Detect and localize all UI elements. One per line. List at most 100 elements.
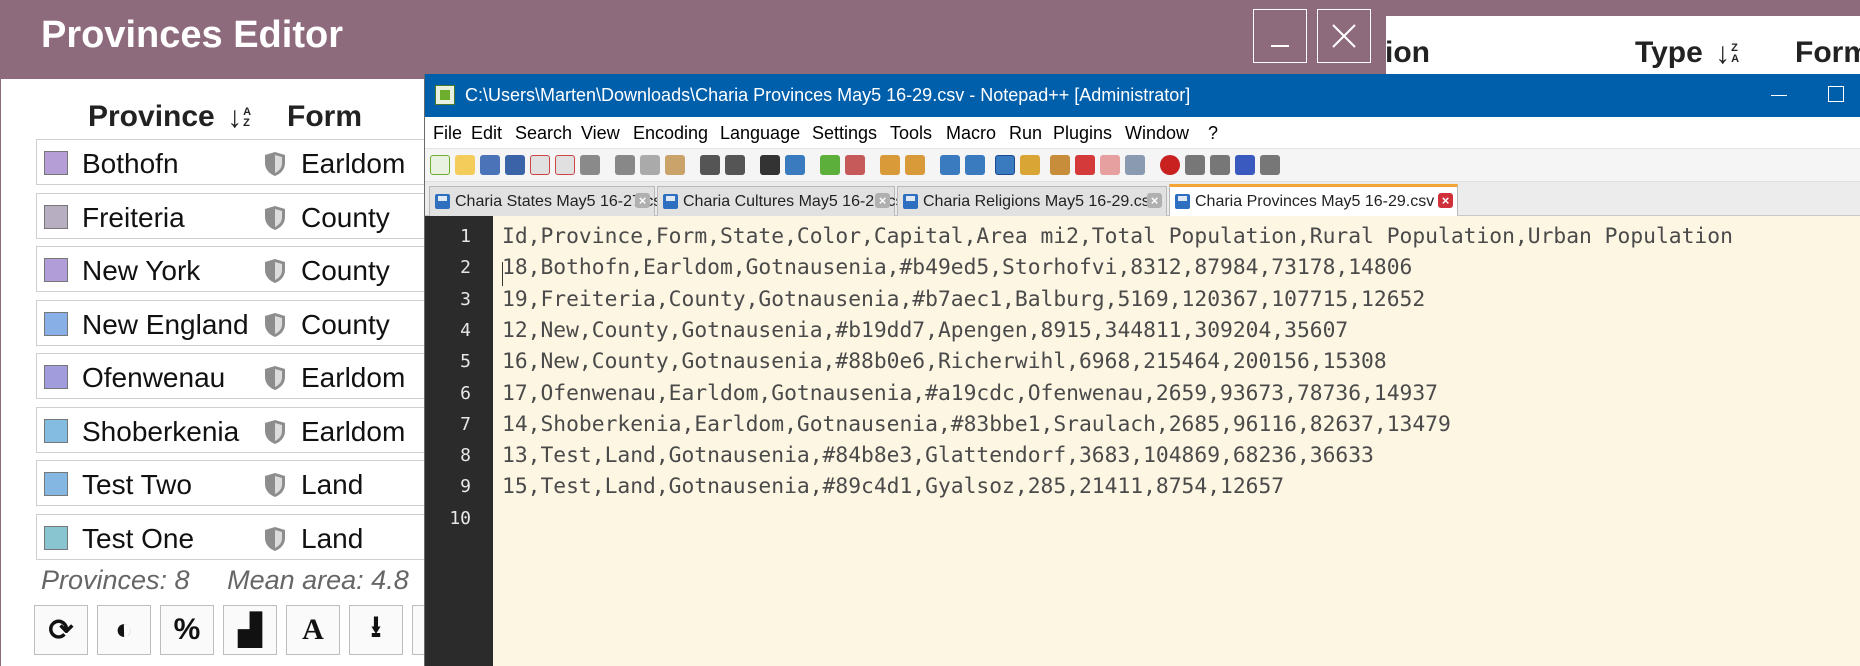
menu-help[interactable]: ?	[1208, 123, 1218, 144]
column-header-form[interactable]: Form	[287, 100, 362, 134]
sync-horizontal-icon[interactable]	[905, 155, 925, 175]
contrast-button[interactable]: ◐	[97, 605, 151, 655]
menu-run[interactable]: Run	[1009, 123, 1042, 144]
editor-titlebar: Provinces Editor	[1, 0, 1386, 79]
indent-guide-icon[interactable]	[995, 155, 1015, 175]
menu-file[interactable]: File	[433, 123, 462, 144]
download-icon: ⭳	[370, 610, 382, 644]
open-file-icon[interactable]	[455, 155, 475, 175]
close-button[interactable]	[1317, 9, 1371, 63]
menu-language[interactable]: Language	[720, 123, 800, 144]
tab-close-icon[interactable]: ×	[875, 193, 890, 208]
tab-charia-provinces[interactable]: Charia Provinces May5 16-29.csv ×	[1169, 184, 1458, 216]
minimize-icon	[1771, 95, 1787, 96]
menu-view[interactable]: View	[581, 123, 620, 144]
province-row[interactable]: Test One Land	[36, 513, 456, 560]
play-multiple-macro-icon[interactable]	[1235, 155, 1255, 175]
save-all-icon[interactable]	[505, 155, 525, 175]
tab-charia-states[interactable]: Charia States May5 16-27.csv ×	[429, 186, 669, 216]
shield-icon	[265, 205, 285, 230]
background-column-header-type[interactable]: Type ↓ Z A	[1635, 36, 1739, 71]
line-number: 4	[460, 319, 471, 341]
menu-search[interactable]: Search	[515, 123, 572, 144]
zoom-out-icon[interactable]	[845, 155, 865, 175]
folder-as-workspace-icon[interactable]	[1100, 155, 1120, 175]
record-macro-icon[interactable]	[1160, 155, 1180, 175]
province-name: New York	[82, 255, 201, 286]
play-macro-icon[interactable]	[1210, 155, 1230, 175]
undo-icon[interactable]	[700, 155, 720, 175]
background-column-header-form[interactable]: Form	[1795, 36, 1860, 70]
redo-icon[interactable]	[725, 155, 745, 175]
menu-plugins[interactable]: Plugins	[1053, 123, 1112, 144]
cut-icon[interactable]	[615, 155, 635, 175]
replace-icon[interactable]	[785, 155, 805, 175]
paste-icon[interactable]	[665, 155, 685, 175]
doc-map-icon[interactable]	[1050, 155, 1070, 175]
stop-macro-icon[interactable]	[1185, 155, 1205, 175]
saved-file-icon	[663, 194, 678, 209]
npp-titlebar: C:\Users\Marten\Downloads\Charia Provinc…	[425, 74, 1860, 117]
shield-icon	[265, 152, 285, 176]
province-name: Bothofn	[82, 148, 179, 179]
province-row[interactable]: Ofenwenau Earldom	[36, 353, 456, 399]
menu-macro[interactable]: Macro	[946, 123, 996, 144]
show-all-chars-icon[interactable]	[965, 155, 985, 175]
menu-tools[interactable]: Tools	[890, 123, 932, 144]
background-column-header[interactable]: ion	[1385, 36, 1430, 70]
province-form: County	[301, 308, 390, 340]
menu-edit[interactable]: Edit	[471, 123, 502, 144]
tab-close-icon[interactable]: ×	[1147, 193, 1162, 208]
npp-window-title: C:\Users\Marten\Downloads\Charia Provinc…	[465, 85, 1191, 105]
font-button[interactable]: A	[286, 605, 340, 655]
function-list-icon[interactable]	[1075, 155, 1095, 175]
close-file-icon[interactable]	[530, 155, 550, 175]
monitoring-icon[interactable]	[1125, 155, 1145, 175]
province-count: Provinces: 8	[41, 565, 190, 595]
tab-charia-religions[interactable]: Charia Religions May5 16-29.csv ×	[897, 186, 1167, 216]
close-all-icon[interactable]	[555, 155, 575, 175]
province-row[interactable]: New England County	[36, 299, 456, 346]
find-icon[interactable]	[760, 155, 780, 175]
font-icon: A	[302, 613, 324, 646]
column-header-province[interactable]: Province ↓ A Z	[88, 100, 251, 135]
color-swatch	[44, 204, 68, 229]
province-row[interactable]: Shoberkenia Earldom	[36, 406, 456, 453]
color-swatch	[44, 365, 68, 389]
province-name: Ofenwenau	[82, 362, 226, 393]
copy-icon[interactable]	[640, 155, 660, 175]
province-name: Freiteria	[82, 201, 185, 233]
menu-settings[interactable]: Settings	[812, 123, 877, 144]
save-macro-icon[interactable]	[1260, 155, 1280, 175]
province-form: Land	[301, 469, 364, 500]
menu-window[interactable]: Window	[1125, 123, 1189, 144]
npp-menubar: File Edit Search View Encoding Language …	[425, 117, 1860, 148]
new-file-icon[interactable]	[430, 155, 450, 175]
udl-icon[interactable]	[1020, 155, 1040, 175]
percent-button[interactable]: %	[160, 605, 214, 655]
print-icon[interactable]	[580, 155, 600, 175]
chart-button[interactable]: ▟	[223, 605, 277, 655]
province-row[interactable]: Test Two Land	[36, 460, 456, 506]
line-number: 10	[449, 507, 471, 529]
text-editor[interactable]: Id,Province,Form,State,Color,Capital,Are…	[493, 216, 1860, 666]
refresh-button[interactable]: ⟳	[34, 605, 88, 655]
sync-vertical-icon[interactable]	[880, 155, 900, 175]
tab-close-icon[interactable]: ×	[635, 193, 650, 208]
zoom-in-icon[interactable]	[820, 155, 840, 175]
province-row[interactable]: Bothofn Earldom	[36, 139, 456, 185]
save-icon[interactable]	[480, 155, 500, 175]
tab-charia-cultures[interactable]: Charia Cultures May5 16-28.csv ×	[657, 186, 912, 216]
minimize-button[interactable]	[1253, 9, 1307, 63]
province-row[interactable]: Freiteria County	[36, 192, 456, 239]
word-wrap-icon[interactable]	[940, 155, 960, 175]
code-line: 13,Test,Land,Gotnausenia,#84b8e3,Glatten…	[502, 443, 1374, 469]
shield-icon	[265, 259, 285, 283]
tab-close-icon[interactable]: ×	[1438, 193, 1453, 208]
mean-area: Mean area: 4.8	[227, 565, 409, 595]
province-row[interactable]: New York County	[36, 246, 456, 292]
npp-maximize-button[interactable]	[1828, 86, 1844, 102]
download-button[interactable]: ⭳	[349, 605, 403, 655]
npp-minimize-button[interactable]	[1769, 85, 1789, 105]
menu-encoding[interactable]: Encoding	[633, 123, 708, 144]
